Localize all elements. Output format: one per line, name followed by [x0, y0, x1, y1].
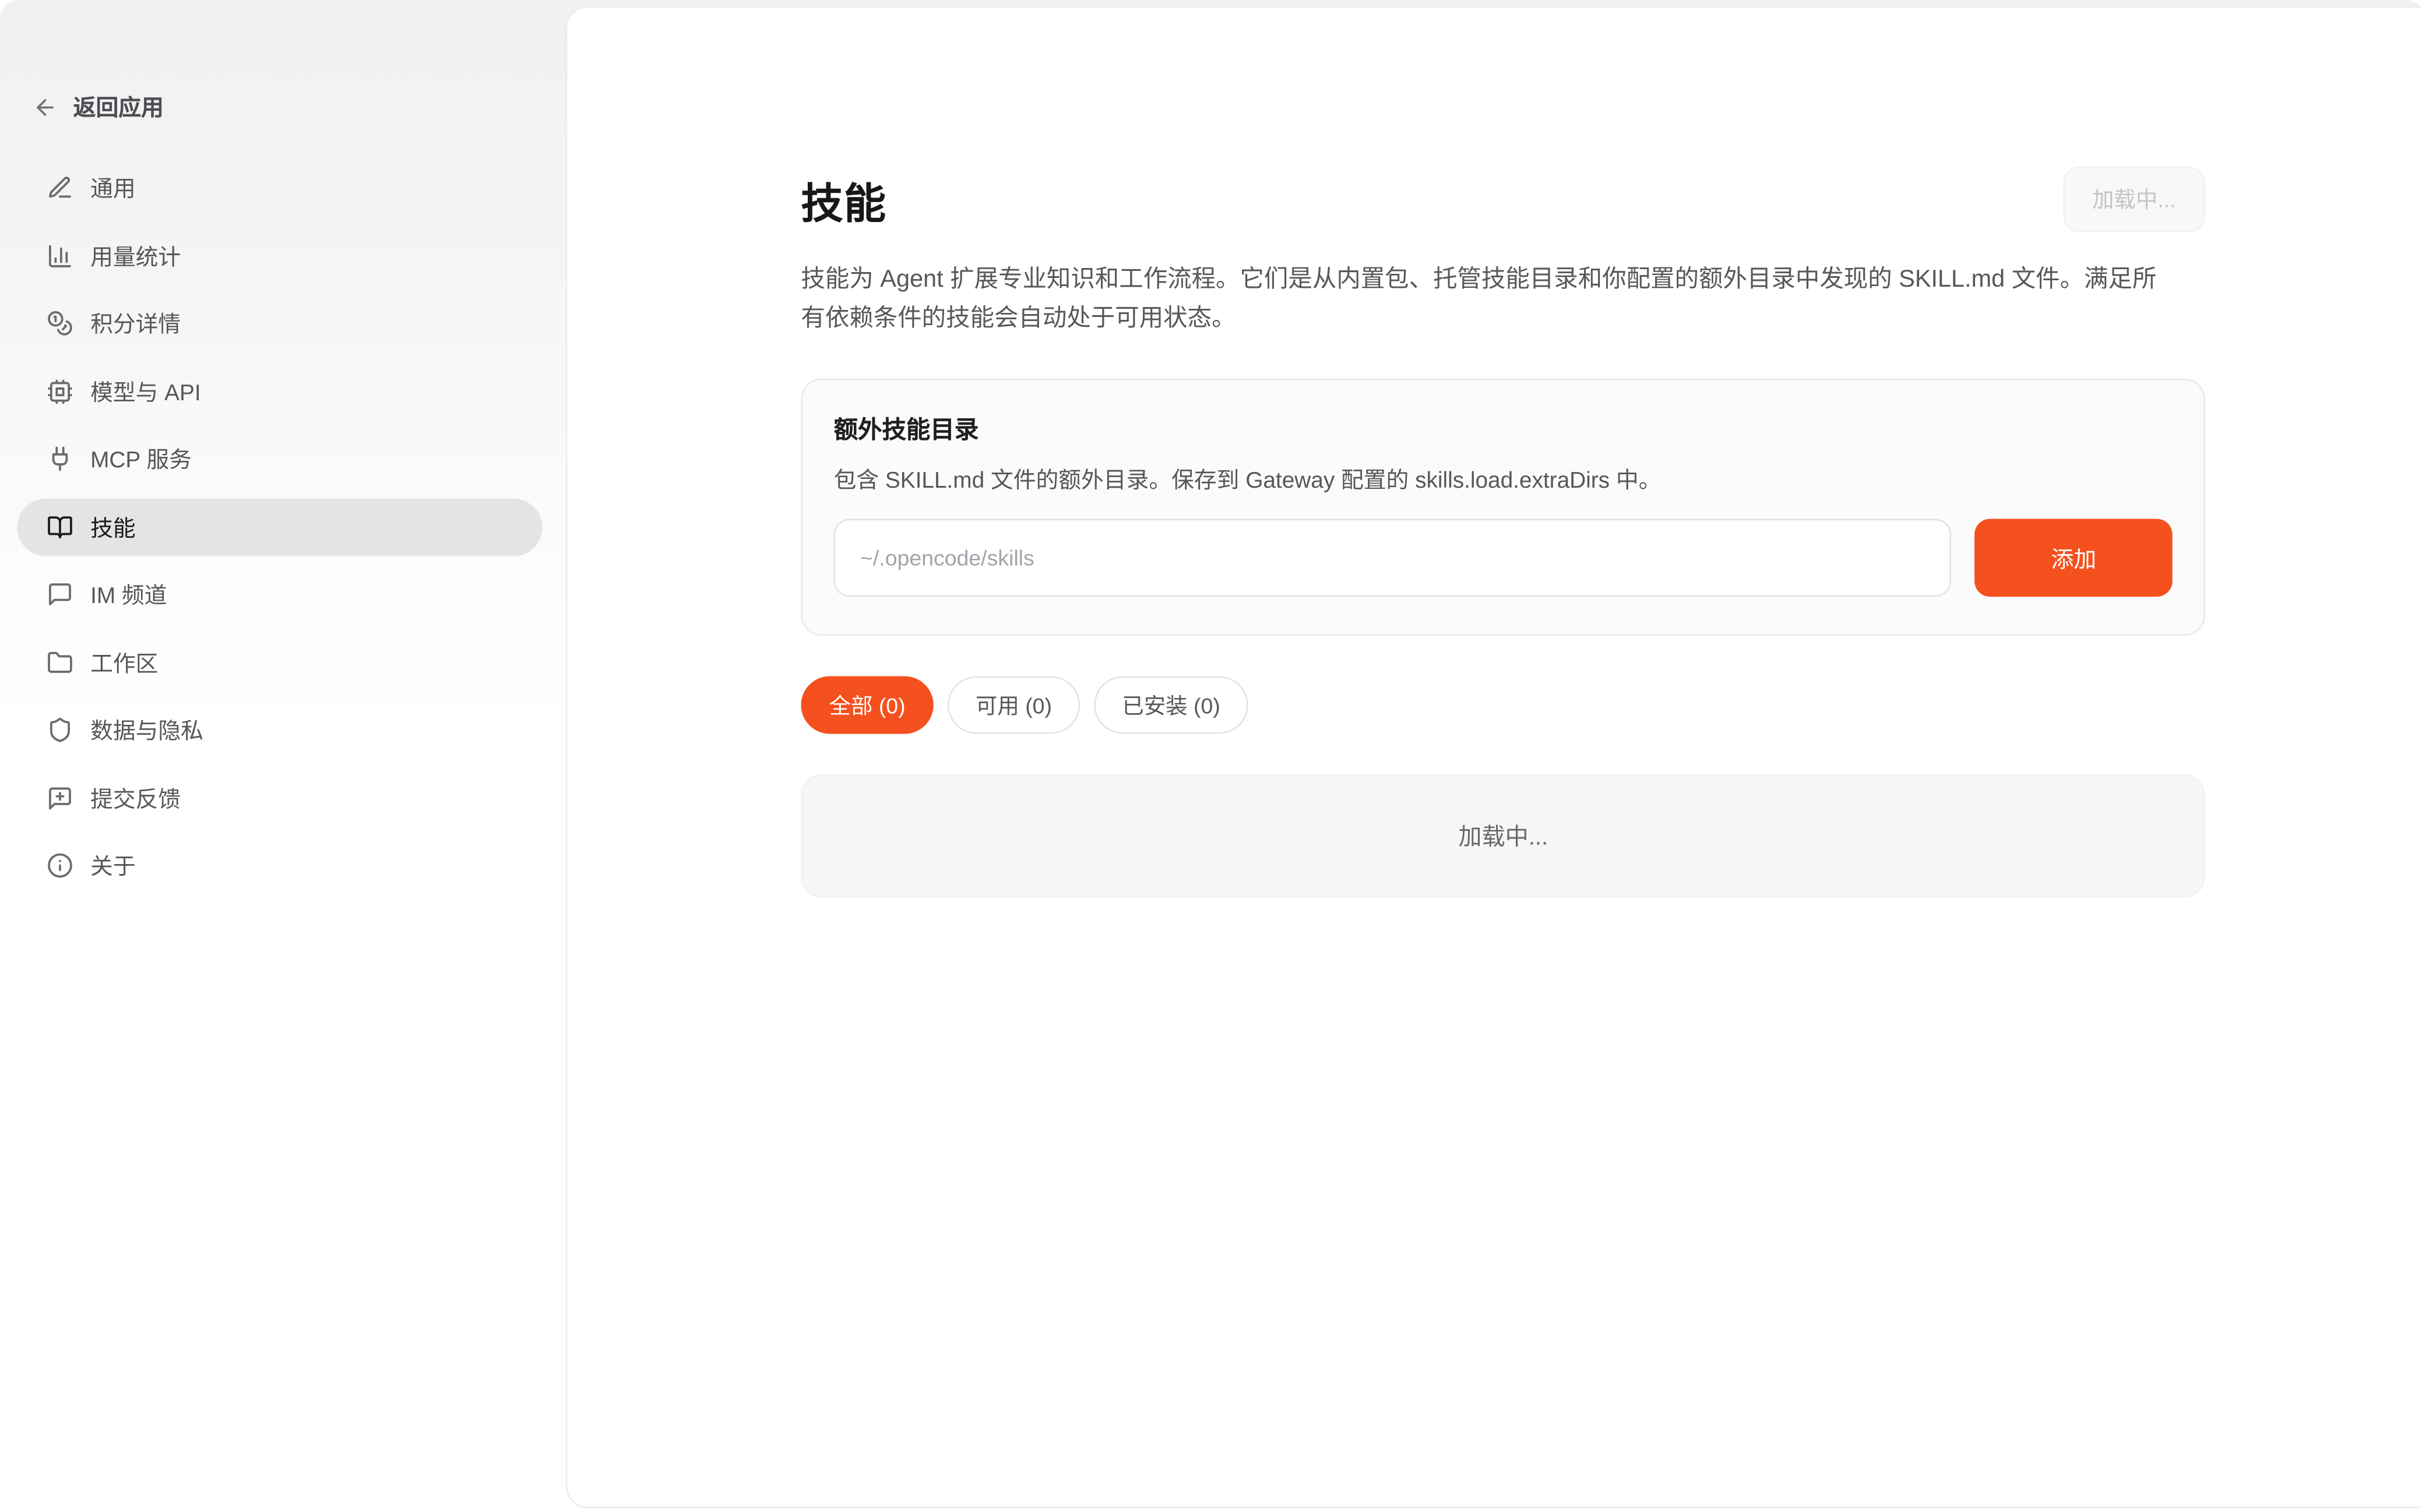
sidebar-item-im-channels[interactable]: IM 频道: [17, 566, 542, 623]
back-to-app-button[interactable]: 返回应用: [33, 90, 164, 123]
sidebar-item-label: 积分详情: [90, 307, 181, 340]
filter-all[interactable]: 全部 (0): [801, 676, 933, 734]
sidebar-item-label: 工作区: [90, 646, 158, 678]
skill-dir-input[interactable]: [834, 519, 1952, 597]
coins-icon: [47, 310, 73, 336]
plug-icon: [47, 446, 73, 472]
sidebar-item-label: 用量统计: [90, 239, 181, 272]
pen-icon: [47, 174, 73, 200]
page-header: 技能 加载中...: [801, 167, 2205, 232]
sidebar-item-models-api[interactable]: 模型与 API: [17, 362, 542, 420]
back-to-app-label: 返回应用: [73, 90, 164, 123]
app-window: 返回应用 通用 用量统计 积分详情: [0, 0, 2425, 1512]
sidebar-item-label: 技能: [90, 510, 136, 543]
cpu-icon: [47, 378, 73, 404]
info-icon: [47, 852, 73, 879]
skills-panel: 技能 加载中... 技能为 Agent 扩展专业知识和工作流程。它们是从内置包、…: [566, 6, 2425, 1507]
sidebar-item-workspace[interactable]: 工作区: [17, 633, 542, 691]
sidebar-item-about[interactable]: 关于: [17, 837, 542, 894]
skill-filter-pills: 全部 (0) 可用 (0) 已安装 (0): [801, 676, 2205, 734]
extra-dirs-description: 包含 SKILL.md 文件的额外目录。保存到 Gateway 配置的 skil…: [834, 463, 2173, 495]
bar-chart-icon: [47, 242, 73, 269]
sidebar-item-general[interactable]: 通用: [17, 159, 542, 217]
folder-icon: [47, 649, 73, 675]
extra-skill-dirs-card: 额外技能目录 包含 SKILL.md 文件的额外目录。保存到 Gateway 配…: [801, 379, 2205, 636]
filter-available[interactable]: 可用 (0): [948, 676, 1080, 734]
sidebar-item-label: 关于: [90, 849, 136, 882]
refresh-loading-button[interactable]: 加载中...: [2063, 167, 2205, 232]
page-title: 技能: [801, 169, 886, 230]
sidebar-item-usage-stats[interactable]: 用量统计: [17, 227, 542, 284]
page-description: 技能为 Agent 扩展专业知识和工作流程。它们是从内置包、托管技能目录和你配置…: [801, 260, 2172, 339]
sidebar-item-credits[interactable]: 积分详情: [17, 294, 542, 352]
sidebar-item-feedback[interactable]: 提交反馈: [17, 769, 542, 827]
filter-installed[interactable]: 已安装 (0): [1094, 676, 1248, 734]
extra-dirs-input-row: 添加: [834, 519, 2173, 597]
sidebar-item-skills[interactable]: 技能: [17, 498, 542, 555]
sidebar-item-data-privacy[interactable]: 数据与隐私: [17, 701, 542, 759]
add-dir-button[interactable]: 添加: [1975, 519, 2173, 597]
settings-sidebar: 返回应用 通用 用量统计 积分详情: [0, 0, 566, 1512]
skill-list-loading: 加载中...: [801, 774, 2205, 897]
sidebar-item-mcp[interactable]: MCP 服务: [17, 430, 542, 488]
skills-content: 技能 加载中... 技能为 Agent 扩展专业知识和工作流程。它们是从内置包、…: [801, 8, 2205, 897]
message-square-plus-icon: [47, 784, 73, 810]
sidebar-item-label: IM 频道: [90, 578, 167, 611]
extra-dirs-title: 额外技能目录: [834, 411, 2173, 446]
sidebar-item-label: 模型与 API: [90, 375, 201, 407]
sidebar-item-label: MCP 服务: [90, 442, 192, 475]
sidebar-item-label: 通用: [90, 171, 136, 204]
arrow-left-icon: [33, 94, 58, 119]
shield-icon: [47, 717, 73, 743]
sidebar-item-label: 数据与隐私: [90, 714, 203, 746]
book-open-icon: [47, 513, 73, 540]
sidebar-item-label: 提交反馈: [90, 781, 181, 814]
sidebar-nav: 通用 用量统计 积分详情 模型与 API: [0, 159, 566, 894]
message-square-icon: [47, 581, 73, 607]
